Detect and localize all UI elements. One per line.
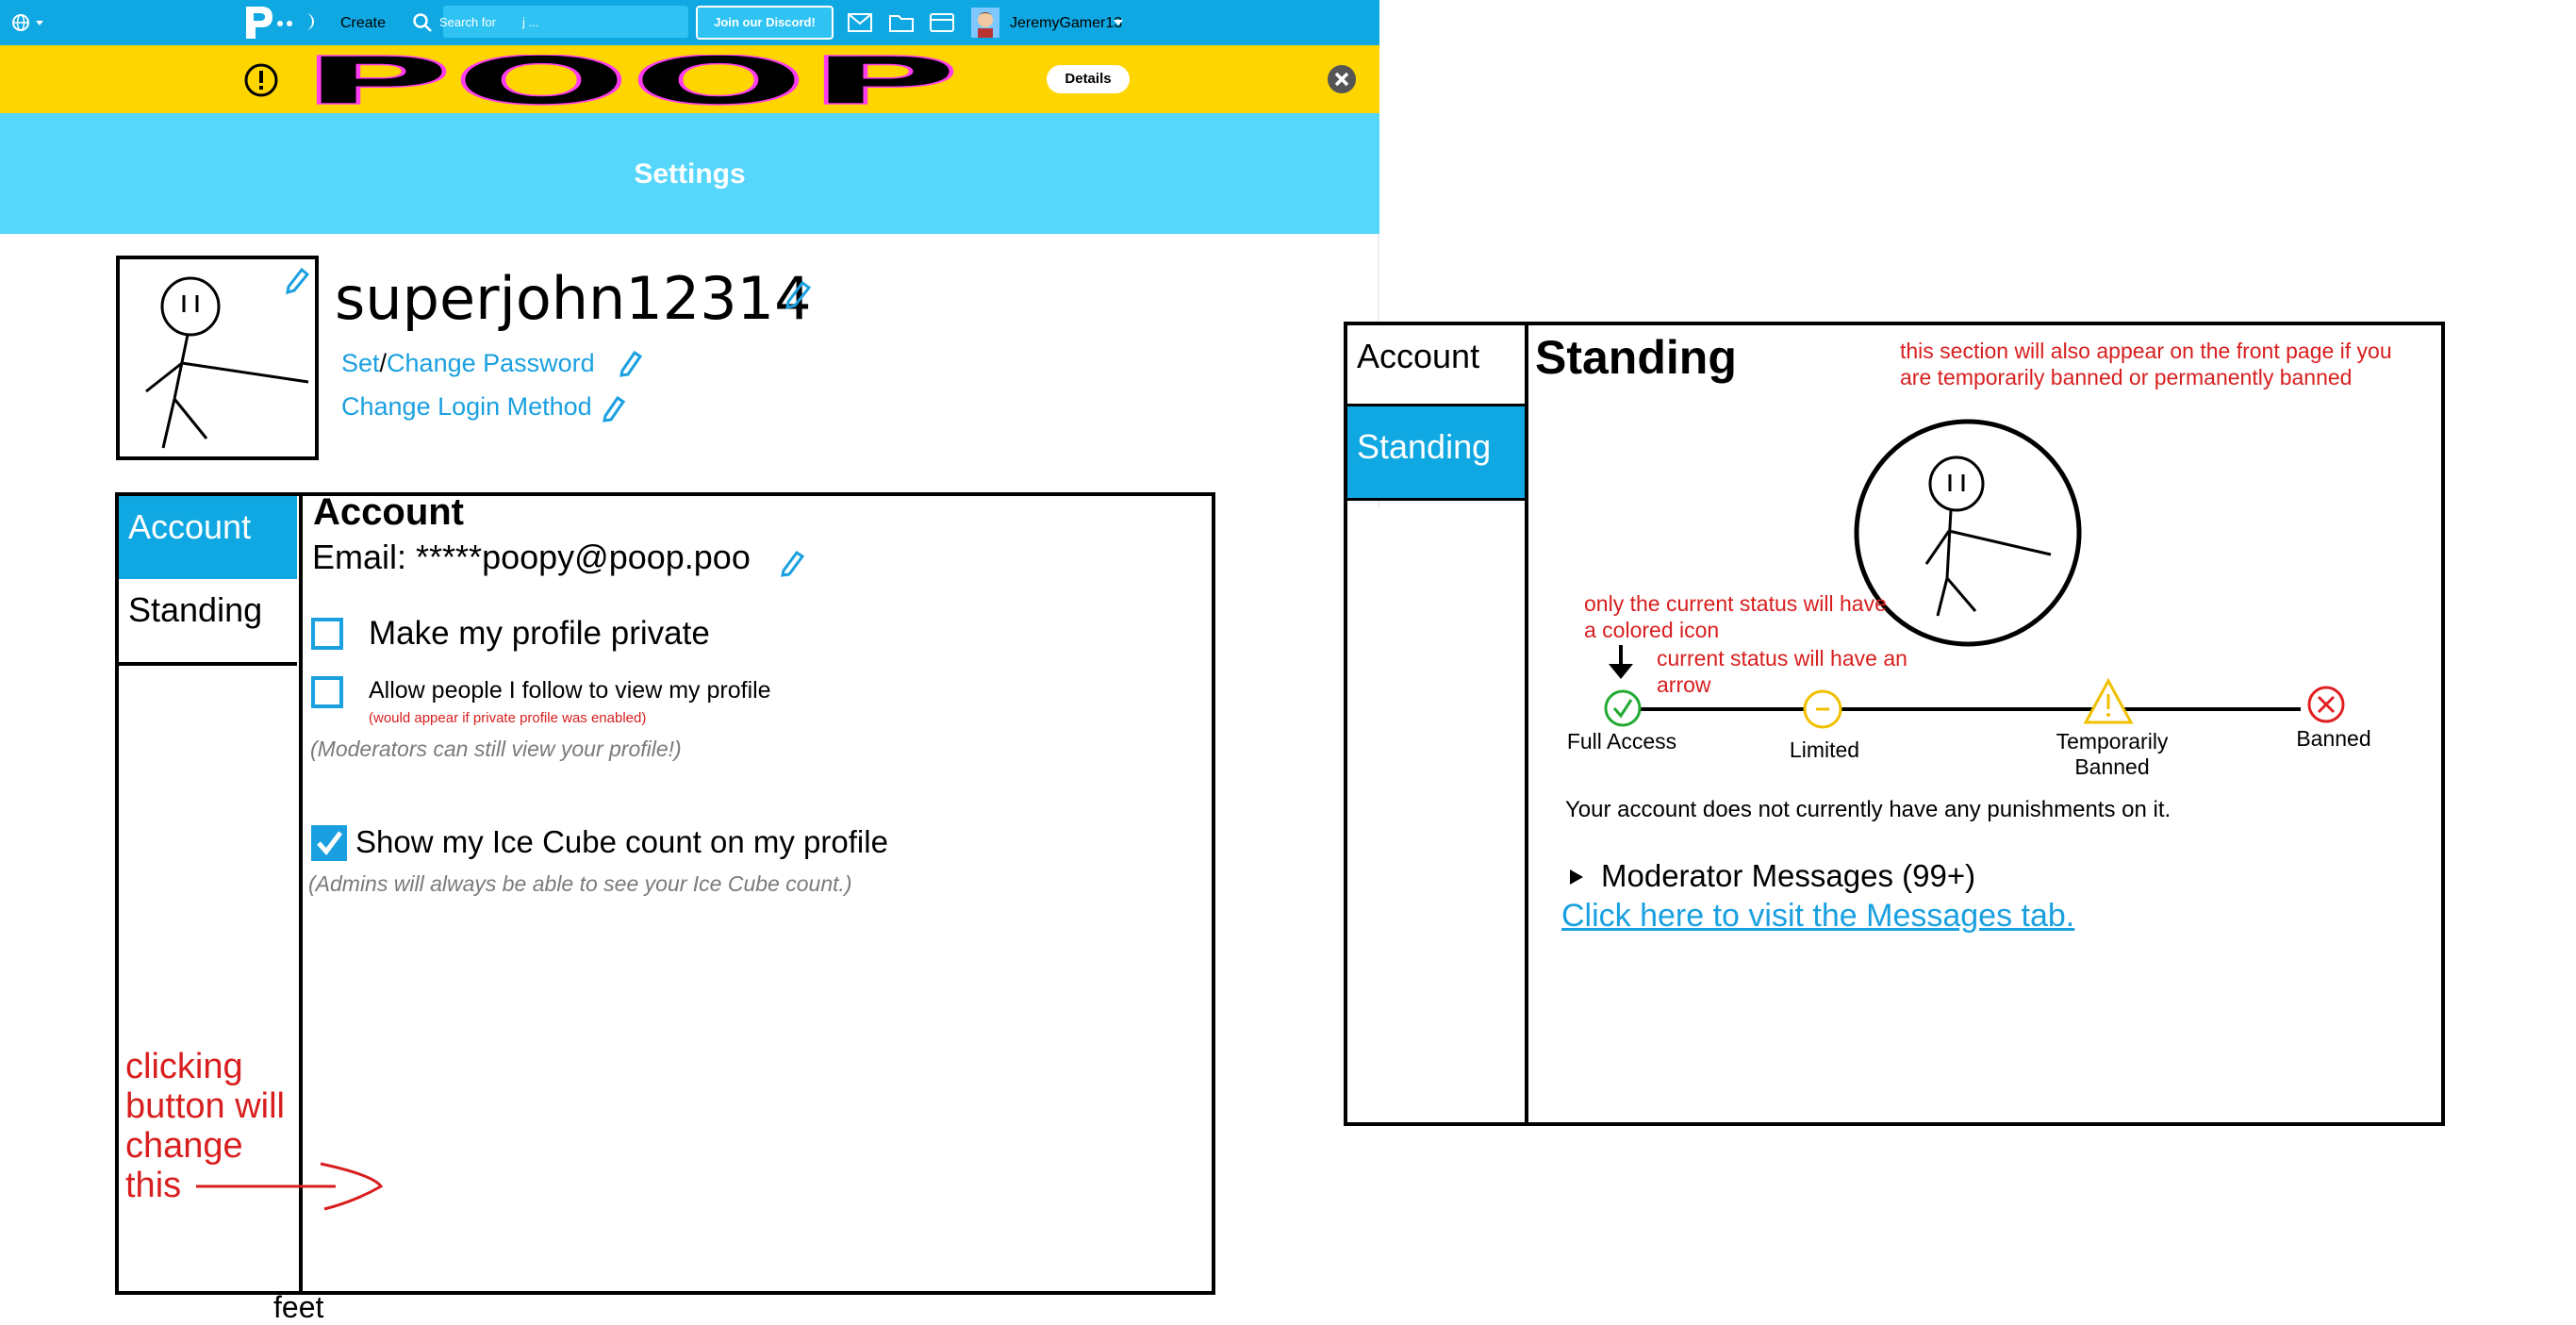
standing-tab-sidebar: Account Standing (1347, 325, 1528, 1122)
alert-info-icon (243, 62, 279, 98)
current-status-arrow-icon (1605, 643, 1637, 681)
page-title: Settings (634, 158, 746, 190)
create-link[interactable]: Create (340, 15, 386, 32)
status-label-banned: Banned (2296, 726, 2371, 751)
moderator-messages-toggle[interactable]: Moderator Messages (99+) (1601, 858, 1975, 894)
status-label-temporarily-banned: Temporarily Banned (2056, 729, 2169, 779)
account-dropdown-chevron-icon[interactable] (1114, 19, 1123, 26)
edit-username-pencil-icon[interactable] (783, 277, 811, 309)
tab-standing[interactable]: Standing (1347, 406, 1525, 501)
top-navbar (0, 0, 1379, 45)
edit-password-pencil-icon[interactable] (618, 347, 642, 377)
full-access-check-icon (1603, 688, 1643, 728)
tab-account[interactable]: Account (119, 496, 297, 579)
browser-window-icon[interactable] (929, 10, 955, 35)
private-profile-checkbox[interactable] (311, 618, 343, 650)
dark-mode-moon-icon[interactable] (298, 11, 319, 32)
private-profile-label: Make my profile private (369, 615, 710, 652)
messages-envelope-icon[interactable] (847, 10, 873, 35)
banned-x-icon (2306, 685, 2346, 724)
section-heading: Account (313, 491, 464, 533)
user-avatar[interactable] (971, 8, 999, 38)
change-login-method-link[interactable]: Change Login Method (341, 392, 592, 422)
edit-email-pencil-icon[interactable] (779, 547, 805, 577)
allow-follow-note: (would appear if private profile was ena… (369, 710, 647, 726)
expand-triangle-icon[interactable] (1568, 868, 1585, 886)
status-label-full-access: Full Access (1566, 729, 1677, 754)
status-color-annotation: only the current status will have a colo… (1584, 591, 1887, 642)
banner-title-text: POOP (300, 55, 960, 108)
search-value: j ... (522, 15, 539, 29)
account-username[interactable]: JeremyGamer13 (1010, 15, 1122, 32)
ice-cube-count-checkbox[interactable] (311, 825, 347, 861)
status-timeline-line (1641, 707, 2301, 711)
banner-title: POOP (300, 55, 960, 108)
profile-username: superjohn12314 (335, 264, 812, 333)
my-stuff-folder-icon[interactable] (888, 10, 915, 35)
set-change-password-link[interactable]: Set/Change Password (341, 349, 595, 378)
details-button[interactable]: Details (1047, 65, 1130, 93)
allow-follow-label: Allow people I follow to view my profile (369, 677, 771, 704)
change-password-label: Change Password (387, 349, 595, 377)
edit-avatar-pencil-icon[interactable] (283, 266, 309, 294)
tab-standing[interactable]: Standing (119, 579, 297, 666)
visit-messages-link[interactable]: Click here to visit the Messages tab. (1561, 898, 2074, 935)
front-page-annotation: this section will also appear on the fro… (1900, 339, 2392, 389)
punishment-status-text: Your account does not currently have any… (1565, 797, 2171, 822)
temporarily-banned-warning-icon (2082, 677, 2135, 726)
feet-label: feet (273, 1290, 324, 1324)
checkmark-icon (317, 831, 342, 855)
section-heading: Standing (1535, 331, 1737, 384)
set-password-label: Set (341, 349, 380, 377)
search-icon (412, 12, 433, 33)
language-globe-icon[interactable] (11, 13, 49, 32)
ice-cube-count-label: Show my Ice Cube count on my profile (355, 824, 888, 859)
slash-separator: / (379, 349, 388, 377)
admins-note: (Admins will always be able to see your … (308, 871, 852, 896)
status-label-limited: Limited (1789, 737, 1860, 762)
tab-account[interactable]: Account (1347, 325, 1525, 406)
moderators-note: (Moderators can still view your profile!… (310, 737, 682, 761)
edit-login-pencil-icon[interactable] (601, 392, 625, 422)
limited-dash-icon (1803, 688, 1842, 730)
email-display: Email: *****poopy@poop.poo (312, 538, 751, 576)
join-discord-button[interactable]: Join our Discord! (696, 6, 834, 40)
annotation-arrow-icon (194, 1158, 383, 1211)
search-placeholder: Search for (439, 15, 496, 29)
close-banner-icon[interactable] (1327, 64, 1357, 94)
allow-follow-checkbox[interactable] (311, 676, 343, 708)
